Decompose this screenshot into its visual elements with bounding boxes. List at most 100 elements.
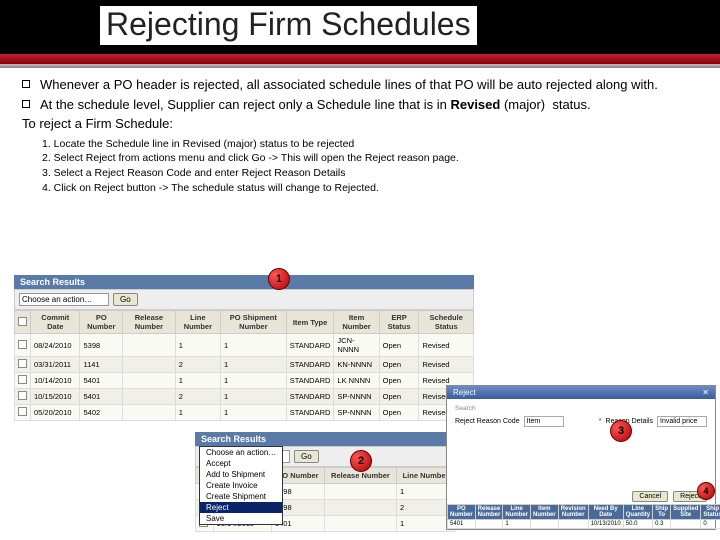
row-checkbox[interactable] [18, 340, 27, 349]
step-4: 4. Click on Reject button -> The schedul… [42, 181, 698, 196]
row-checkbox[interactable] [18, 359, 27, 368]
cell: 10/14/2010 [31, 373, 80, 389]
col: Release Number [475, 505, 503, 520]
row-checkbox[interactable] [18, 391, 27, 400]
cell: 5398 [80, 334, 123, 357]
cell: 50.0 [623, 520, 652, 529]
step-1: 1. Locate the Schedule line in Revised (… [42, 137, 698, 152]
col: PO Number [448, 505, 476, 520]
dialog-title: Reject [453, 388, 476, 397]
go-button[interactable]: Go [113, 293, 138, 306]
col-checkbox [15, 311, 31, 334]
col: Ship Status [701, 505, 720, 520]
cell: STANDARD [286, 373, 334, 389]
col-line-number: Line Number [175, 311, 220, 334]
cell: SP-NNNN [334, 405, 379, 421]
cell: 5401 [80, 389, 123, 405]
hint-text: Search [455, 405, 707, 412]
cell: STANDARD [286, 389, 334, 405]
cell [531, 520, 559, 529]
callout-2: 2 [350, 450, 372, 472]
cell: STANDARD [286, 405, 334, 421]
table-row: 5401110/13/201050.00.300 [448, 520, 720, 529]
table-row[interactable]: 10/15/2010540121STANDARDSP-NNNNOpenRevis… [15, 389, 474, 405]
panel-header: Search Results [195, 432, 455, 446]
cell: Revised [419, 334, 474, 357]
callout-1: 1 [268, 268, 290, 290]
cell [558, 520, 588, 529]
action-select[interactable]: Choose an action… [19, 293, 109, 306]
cell: Open [379, 405, 419, 421]
col-shipment-number: PO Shipment Number [220, 311, 286, 334]
col: Item Number [531, 505, 559, 520]
col-commit-date: Commit Date [31, 311, 80, 334]
table-header-row: Commit Date PO Number Release Number Lin… [15, 311, 474, 334]
cell [123, 357, 176, 373]
bullet-icon [22, 100, 30, 108]
cell [324, 500, 396, 516]
action-dropdown-menu[interactable]: Choose an action…AcceptAdd to ShipmentCr… [199, 446, 283, 525]
reason-details-input[interactable]: Invalid price [657, 416, 707, 427]
cell: 10/15/2010 [31, 389, 80, 405]
col: Ship To [653, 505, 671, 520]
menu-item[interactable]: Create Invoice [200, 480, 282, 491]
red-stripe [0, 54, 720, 64]
menu-item[interactable]: Save [200, 513, 282, 524]
select-all-checkbox[interactable] [18, 317, 27, 326]
menu-item[interactable]: Reject [200, 502, 282, 513]
cell: Open [379, 373, 419, 389]
cell [123, 389, 176, 405]
close-icon[interactable]: ✕ [702, 388, 709, 397]
panel-header: Search Results [14, 275, 474, 289]
menu-item[interactable]: Choose an action… [200, 447, 282, 458]
cell: 1 [503, 520, 531, 529]
cell: 2 [175, 357, 220, 373]
steps-list: 1. Locate the Schedule line in Revised (… [42, 137, 698, 196]
cell: STANDARD [286, 357, 334, 373]
col-schedule-status: Schedule Status [419, 311, 474, 334]
go-button[interactable]: Go [294, 450, 319, 463]
cell [475, 520, 503, 529]
cell: 1 [220, 405, 286, 421]
cell: 1 [175, 405, 220, 421]
screenshot-reject-dialog: Reject ✕ Search Reject Reason Code Item … [446, 385, 716, 530]
reason-code-select[interactable]: Item [524, 416, 564, 427]
table-row[interactable]: 08/24/2010539811STANDARDJCN-NNNNOpenRevi… [15, 334, 474, 357]
content-area: Whenever a PO header is rejected, all as… [0, 68, 720, 195]
cell [123, 373, 176, 389]
cell: KN-NNNN [334, 357, 379, 373]
cell [324, 516, 396, 532]
cell: 0 [701, 520, 720, 529]
toolbar: Choose an action… Go [14, 289, 474, 310]
table-row[interactable]: 03/31/2011114121STANDARDKN-NNNNOpenRevis… [15, 357, 474, 373]
cell: 08/24/2010 [31, 334, 80, 357]
reason-code-label: Reject Reason Code [455, 418, 520, 425]
row-checkbox[interactable] [18, 375, 27, 384]
cell: 1 [220, 373, 286, 389]
screenshot-search-results-main: Search Results Choose an action… Go Comm… [14, 275, 474, 421]
cell: 5401 [80, 373, 123, 389]
bullet-1-text: Whenever a PO header is rejected, all as… [40, 76, 698, 94]
table-row[interactable]: 05/20/2010540211STANDARDSP-NNNNOpenRevis… [15, 405, 474, 421]
cell: Open [379, 357, 419, 373]
menu-item[interactable]: Add to Shipment [200, 469, 282, 480]
required-icon: * [599, 418, 602, 425]
step-2: 2. Select Reject from actions menu and c… [42, 151, 698, 166]
menu-item[interactable]: Create Shipment [200, 491, 282, 502]
screenshot-action-menu: Search Results Choose an action… Go Comm… [195, 432, 455, 532]
page-title: Rejecting Firm Schedules [100, 6, 477, 45]
cell: 5401 [448, 520, 476, 529]
cancel-button[interactable]: Cancel [632, 491, 668, 502]
cell: 1 [220, 389, 286, 405]
table-row[interactable]: 10/14/2010540111STANDARDLK NNNNOpenRevis… [15, 373, 474, 389]
cell: STANDARD [286, 334, 334, 357]
cell: JCN-NNNN [334, 334, 379, 357]
menu-item[interactable]: Accept [200, 458, 282, 469]
col-po-number: PO Number [80, 311, 123, 334]
step-3: 3. Select a Reject Reason Code and enter… [42, 166, 698, 181]
cell: 05/20/2010 [31, 405, 80, 421]
col-erp-status: ERP Status [379, 311, 419, 334]
row-checkbox[interactable] [18, 407, 27, 416]
cell: 03/31/2011 [31, 357, 80, 373]
col-item-number: Item Number [334, 311, 379, 334]
